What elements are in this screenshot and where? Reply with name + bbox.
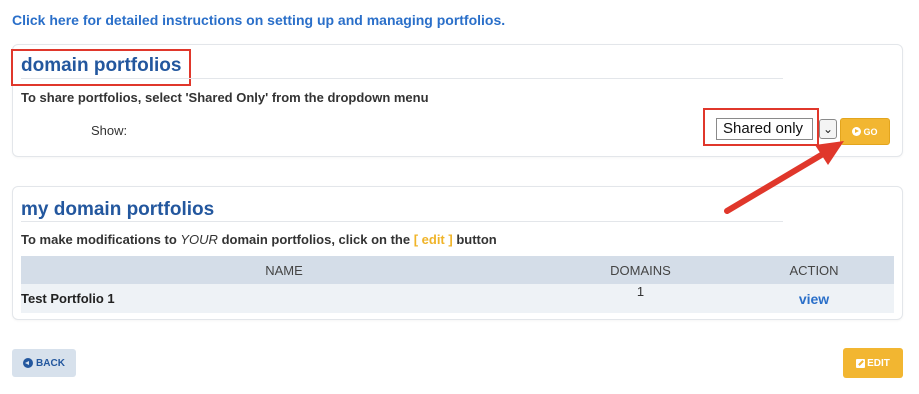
go-button-label: GO: [863, 126, 878, 137]
table-row: Test Portfolio 1 1 view: [21, 284, 894, 313]
show-filter-select[interactable]: Shared only: [716, 118, 813, 140]
chevron-down-icon[interactable]: ⌄: [819, 119, 837, 139]
domain-portfolios-panel: domain portfolios To share portfolios, s…: [11, 44, 903, 157]
panel-title: my domain portfolios: [21, 199, 215, 220]
go-button[interactable]: GO: [840, 118, 890, 145]
modify-hint: To make modifications to YOUR domain por…: [21, 232, 497, 247]
title-divider: [21, 221, 783, 222]
hint-edit-word: [ edit ]: [413, 232, 453, 247]
back-button[interactable]: BACK: [12, 349, 76, 377]
column-header-name: NAME: [21, 256, 547, 284]
table-header-row: NAME DOMAINS ACTION: [21, 256, 894, 284]
view-link[interactable]: view: [799, 291, 829, 307]
share-hint: To share portfolios, select 'Shared Only…: [21, 90, 429, 105]
back-circle-icon: [23, 358, 34, 368]
column-header-action: ACTION: [734, 256, 894, 284]
hint-text: button: [452, 232, 497, 247]
hint-text: To make modifications to: [21, 232, 181, 247]
portfolio-name-cell: Test Portfolio 1: [21, 284, 547, 313]
hint-text: domain portfolios, click on the: [217, 232, 414, 247]
portfolios-table: NAME DOMAINS ACTION Test Portfolio 1 1 v…: [21, 256, 894, 313]
play-circle-icon: [852, 127, 862, 136]
portfolio-action-cell: view: [734, 284, 894, 313]
edit-square-icon: [856, 358, 866, 368]
hint-emphasis: YOUR: [180, 232, 218, 247]
instructions-link[interactable]: Click here for detailed instructions on …: [12, 12, 505, 28]
panel-title: domain portfolios: [21, 55, 182, 76]
my-domain-portfolios-panel: my domain portfolios To make modificatio…: [12, 186, 903, 320]
edit-button[interactable]: EDIT: [843, 348, 903, 378]
title-divider: [21, 78, 783, 79]
column-header-domains: DOMAINS: [547, 256, 734, 284]
edit-button-label: EDIT: [867, 357, 890, 369]
back-button-label: BACK: [36, 357, 65, 369]
show-label: Show:: [91, 123, 128, 138]
portfolio-domains-cell: 1: [547, 284, 734, 313]
